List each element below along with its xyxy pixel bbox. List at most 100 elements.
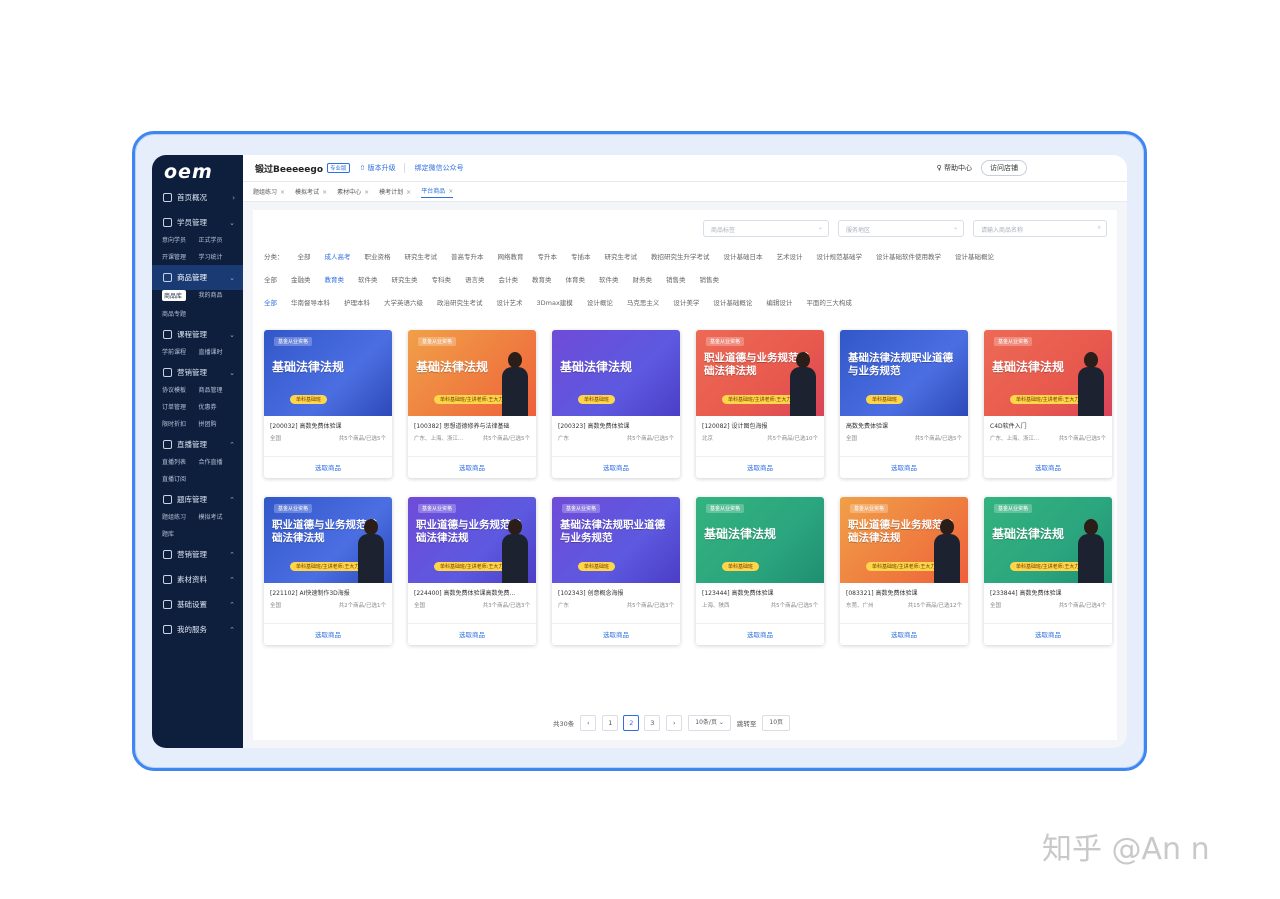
category-option[interactable]: 马克思主义 bbox=[627, 297, 660, 307]
category-option[interactable]: 政治研究生考试 bbox=[437, 297, 483, 307]
search-input[interactable]: 请输入商品名称 ⌕ bbox=[973, 220, 1107, 237]
sidebar-item[interactable]: 课程管理 ⌄ bbox=[152, 322, 243, 347]
select-product-button[interactable]: 选取商品 bbox=[840, 623, 968, 645]
help-center-link[interactable]: ♀ 帮助中心 bbox=[937, 163, 972, 173]
sidebar-item[interactable]: 直播管理 ⌃ bbox=[152, 432, 243, 457]
page-tab[interactable]: 素材中心 × bbox=[337, 187, 369, 196]
select-product-button[interactable]: 选取商品 bbox=[552, 623, 680, 645]
category-option[interactable]: 全部 bbox=[298, 251, 311, 261]
category-option[interactable]: 设计基础概论 bbox=[713, 297, 752, 307]
tag-select[interactable]: 商品标签 ⌄ bbox=[703, 220, 829, 237]
sidebar-subitem[interactable]: 商品库 bbox=[162, 290, 186, 301]
category-option[interactable]: 全部 bbox=[264, 274, 277, 284]
category-option[interactable]: 教招研究生升学考试 bbox=[651, 251, 710, 261]
sidebar-subitem[interactable]: 商品专题 bbox=[162, 309, 199, 318]
sidebar-subitem[interactable]: 优惠券 bbox=[199, 402, 236, 411]
sidebar-item[interactable]: 商品管理 ⌄ bbox=[152, 265, 243, 290]
category-option[interactable]: 教育类 bbox=[532, 274, 552, 284]
category-option[interactable]: 金融类 bbox=[291, 274, 311, 284]
category-option[interactable]: 销售类 bbox=[700, 274, 720, 284]
category-option[interactable]: 网络教育 bbox=[498, 251, 524, 261]
close-icon[interactable]: × bbox=[364, 189, 369, 196]
category-option[interactable]: 设计基础概论 bbox=[955, 251, 994, 261]
page-size-select[interactable]: 10条/页 ⌄ bbox=[688, 715, 731, 731]
category-option[interactable]: 设计基础日本 bbox=[724, 251, 763, 261]
category-option[interactable]: 研究生考试 bbox=[605, 251, 638, 261]
page-tab[interactable]: 模拟考试 × bbox=[295, 187, 327, 196]
close-icon[interactable]: × bbox=[406, 189, 411, 196]
sidebar-subitem[interactable]: 商品管理 bbox=[199, 385, 236, 394]
sidebar-subitem[interactable]: 直播课时 bbox=[199, 347, 236, 356]
sidebar-subitem[interactable]: 题库 bbox=[162, 529, 199, 538]
sidebar-item[interactable]: 题库管理 ⌃ bbox=[152, 487, 243, 512]
sidebar-subitem[interactable]: 直播订阅 bbox=[162, 474, 199, 483]
category-option[interactable]: 3Dmax建模 bbox=[537, 297, 573, 307]
sidebar-subitem[interactable]: 开课管理 bbox=[162, 252, 199, 261]
category-option[interactable]: 艺术设计 bbox=[777, 251, 803, 261]
category-option[interactable]: 护理本科 bbox=[344, 297, 370, 307]
next-page-button[interactable]: › bbox=[666, 715, 683, 731]
sidebar-subitem[interactable]: 题组练习 bbox=[162, 512, 199, 521]
category-option[interactable]: 编辑设计 bbox=[766, 297, 792, 307]
region-select[interactable]: 服务地区 ⌄ bbox=[838, 220, 964, 237]
select-product-button[interactable]: 选取商品 bbox=[408, 623, 536, 645]
category-option[interactable]: 软件类 bbox=[599, 274, 619, 284]
category-option[interactable]: 语言类 bbox=[465, 274, 485, 284]
sidebar-item[interactable]: 营销管理 ⌃ bbox=[152, 542, 243, 567]
sidebar-item[interactable]: 基础设置 ⌃ bbox=[152, 592, 243, 617]
sidebar-subitem[interactable]: 我的商品 bbox=[199, 290, 236, 301]
select-product-button[interactable]: 选取商品 bbox=[552, 456, 680, 478]
category-option[interactable]: 专插本 bbox=[571, 251, 591, 261]
bind-wechat-link[interactable]: 绑定微信公众号 bbox=[415, 163, 464, 173]
category-option[interactable]: 研究生考试 bbox=[405, 251, 438, 261]
sidebar-subitem[interactable]: 模拟考试 bbox=[199, 512, 236, 521]
category-option[interactable]: 设计概论 bbox=[587, 297, 613, 307]
category-option[interactable]: 设计美学 bbox=[673, 297, 699, 307]
sidebar-subitem[interactable]: 意向学员 bbox=[162, 235, 199, 244]
visit-store-button[interactable]: 访问店铺 bbox=[981, 160, 1027, 176]
category-option[interactable]: 大学英语六级 bbox=[384, 297, 423, 307]
sidebar-subitem[interactable]: 直播列表 bbox=[162, 457, 199, 466]
sidebar-item[interactable]: 营销管理 ⌄ bbox=[152, 360, 243, 385]
close-icon[interactable]: × bbox=[448, 188, 453, 195]
select-product-button[interactable]: 选取商品 bbox=[408, 456, 536, 478]
goto-page-input[interactable]: 10页 bbox=[762, 715, 791, 731]
select-product-button[interactable]: 选取商品 bbox=[696, 456, 824, 478]
category-option[interactable]: 设计基础软件使用教学 bbox=[876, 251, 941, 261]
select-product-button[interactable]: 选取商品 bbox=[696, 623, 824, 645]
prev-page-button[interactable]: ‹ bbox=[580, 715, 597, 731]
category-option[interactable]: 设计艺术 bbox=[497, 297, 523, 307]
category-option[interactable]: 专升本 bbox=[538, 251, 558, 261]
sidebar-item[interactable]: 我的服务 ⌃ bbox=[152, 617, 243, 642]
category-option[interactable]: 销售类 bbox=[666, 274, 686, 284]
sidebar-item[interactable]: 素材资料 ⌃ bbox=[152, 567, 243, 592]
category-option[interactable]: 成人高考 bbox=[325, 251, 351, 261]
close-icon[interactable]: × bbox=[322, 189, 327, 196]
page-button[interactable]: 3 bbox=[644, 715, 661, 731]
category-option[interactable]: 软件类 bbox=[358, 274, 378, 284]
sidebar-subitem[interactable]: 限时折扣 bbox=[162, 419, 199, 428]
category-option[interactable]: 专科类 bbox=[432, 274, 452, 284]
category-option[interactable]: 财务类 bbox=[633, 274, 653, 284]
sidebar-subitem[interactable]: 学前课程 bbox=[162, 347, 199, 356]
sidebar-item[interactable]: 学员管理 ⌄ bbox=[152, 210, 243, 235]
sidebar-subitem[interactable]: 协议模板 bbox=[162, 385, 199, 394]
page-tab[interactable]: 平台商品 × bbox=[421, 186, 454, 198]
select-product-button[interactable]: 选取商品 bbox=[984, 456, 1112, 478]
category-option[interactable]: 会计类 bbox=[499, 274, 519, 284]
upgrade-link[interactable]: ⇧ 版本升级 bbox=[360, 163, 396, 173]
select-product-button[interactable]: 选取商品 bbox=[984, 623, 1112, 645]
sidebar-subitem[interactable]: 正式学员 bbox=[199, 235, 236, 244]
select-product-button[interactable]: 选取商品 bbox=[264, 623, 392, 645]
category-option[interactable]: 职业资格 bbox=[365, 251, 391, 261]
select-product-button[interactable]: 选取商品 bbox=[264, 456, 392, 478]
page-tab[interactable]: 模考计划 × bbox=[379, 187, 411, 196]
category-option[interactable]: 教育类 bbox=[325, 274, 345, 284]
sidebar-subitem[interactable]: 拼团购 bbox=[199, 419, 236, 428]
category-option[interactable]: 设计规范基础学 bbox=[817, 251, 863, 261]
page-tab[interactable]: 题组练习 × bbox=[253, 187, 285, 196]
page-button[interactable]: 2 bbox=[623, 715, 640, 731]
category-option[interactable]: 华南督导本科 bbox=[291, 297, 330, 307]
sidebar-subitem[interactable]: 合作直播 bbox=[199, 457, 236, 466]
select-product-button[interactable]: 选取商品 bbox=[840, 456, 968, 478]
